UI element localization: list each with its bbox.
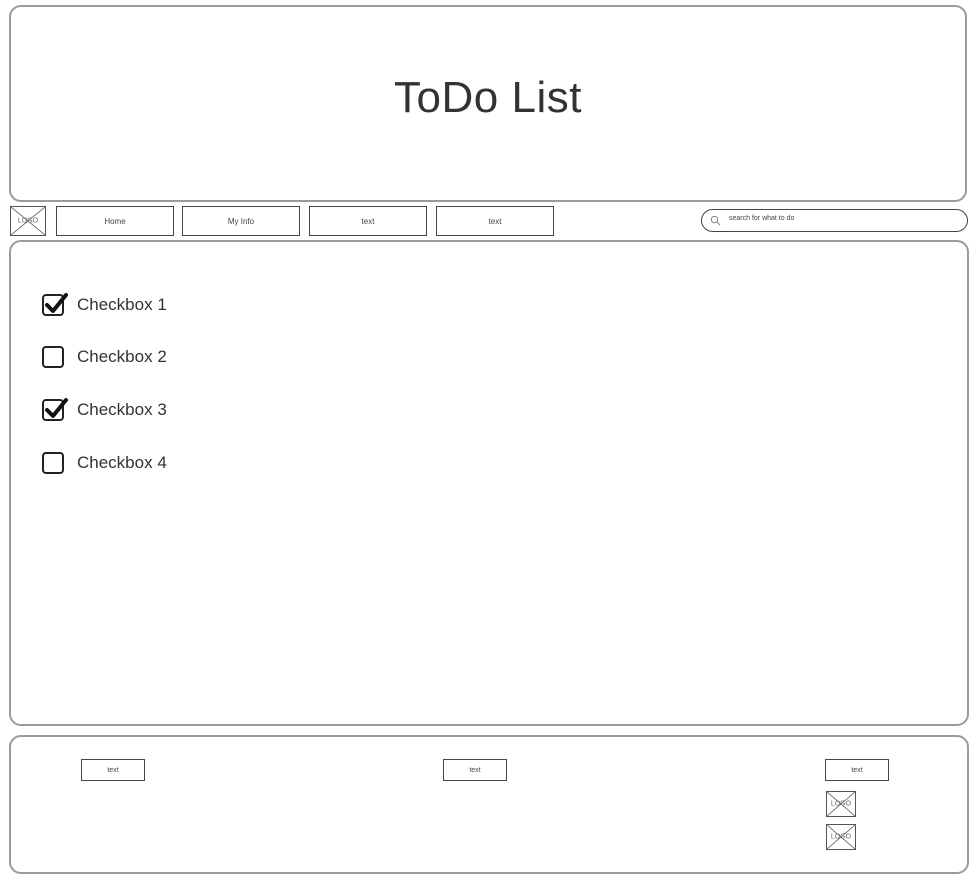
checkbox-label-4: Checkbox 4 (77, 453, 167, 472)
checkmark-icon (45, 398, 68, 418)
checkbox-item-2[interactable]: Checkbox 2 (42, 344, 167, 370)
checkbox-label-3: Checkbox 3 (77, 400, 167, 419)
checkmark-icon (45, 293, 68, 313)
footer-text-button-2[interactable]: text (443, 759, 507, 781)
search-placeholder: search for what to do (729, 215, 795, 222)
nav-my-info-button[interactable]: My Info (182, 206, 300, 236)
page-title: ToDo List (394, 73, 582, 122)
header-panel: ToDo List (9, 5, 967, 202)
checkbox-item-4[interactable]: Checkbox 4 (42, 450, 167, 476)
nav-text-button-1[interactable]: text (309, 206, 427, 236)
checkbox-2[interactable] (42, 346, 64, 368)
checkbox-label-2: Checkbox 2 (77, 347, 167, 366)
nav-text-button-2[interactable]: text (436, 206, 554, 236)
footer-text-button-3[interactable]: text (825, 759, 889, 781)
search-input[interactable]: search for what to do (701, 209, 968, 232)
checkbox-label-1: Checkbox 1 (77, 295, 167, 314)
checkbox-3[interactable] (42, 398, 68, 421)
checkbox-item-1[interactable]: Checkbox 1 (42, 292, 167, 318)
logo-label: LOGO (17, 217, 39, 225)
logo-label: LOGO (830, 833, 852, 841)
search-icon (710, 215, 721, 226)
footer-panel (9, 735, 969, 874)
checkbox-1[interactable] (42, 293, 68, 316)
checkbox-4[interactable] (42, 452, 64, 474)
footer-logo-1[interactable]: LOGO (826, 791, 856, 817)
footer-logo-2[interactable]: LOGO (826, 824, 856, 850)
checkbox-item-3[interactable]: Checkbox 3 (42, 397, 167, 423)
footer-text-button-1[interactable]: text (81, 759, 145, 781)
nav-logo[interactable]: LOGO (10, 206, 46, 236)
nav-home-button[interactable]: Home (56, 206, 174, 236)
logo-label: LOGO (830, 800, 852, 808)
